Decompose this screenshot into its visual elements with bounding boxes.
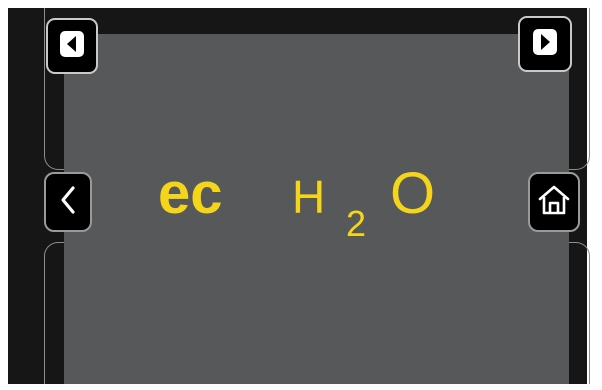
display-screen: [64, 34, 569, 384]
previous-page-button[interactable]: [46, 18, 98, 74]
back-button[interactable]: [44, 172, 92, 232]
home-icon: [537, 184, 571, 221]
home-button[interactable]: [528, 172, 580, 232]
chevron-left-icon: [59, 185, 77, 220]
next-page-button[interactable]: [518, 16, 572, 72]
triangle-right-icon: [532, 28, 558, 61]
right-bottom-rail: [568, 242, 590, 384]
triangle-left-icon: [59, 30, 85, 63]
left-bottom-rail: [44, 242, 66, 384]
